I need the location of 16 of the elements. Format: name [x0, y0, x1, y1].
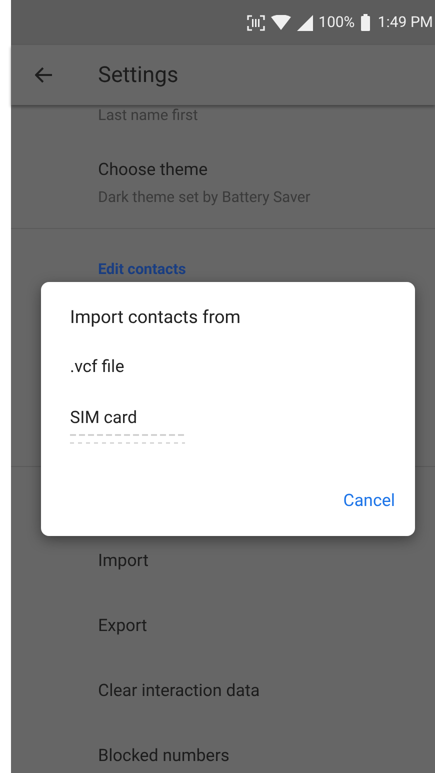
battery-icon: [360, 14, 370, 31]
back-arrow-icon[interactable]: [35, 67, 53, 83]
dialog-title: Import contacts from: [70, 306, 242, 330]
clock: 1:49 PM: [378, 12, 433, 34]
settings-row[interactable]: Clear interaction data: [11, 659, 435, 724]
wifi-icon: [270, 15, 291, 30]
section-header: Edit contacts: [97, 259, 187, 279]
settings-row[interactable]: Export: [11, 594, 435, 659]
scanner-icon: [246, 14, 265, 30]
settings-row[interactable]: Blocked numbers: [11, 724, 435, 773]
signal-icon: [296, 14, 313, 30]
screen-title: Settings: [98, 62, 178, 90]
battery-percentage: 100%: [318, 12, 355, 34]
import-option[interactable]: .vcf file: [70, 355, 386, 380]
import-option[interactable]: SIM card: [70, 406, 386, 431]
cancel-button[interactable]: Cancel: [335, 486, 403, 516]
